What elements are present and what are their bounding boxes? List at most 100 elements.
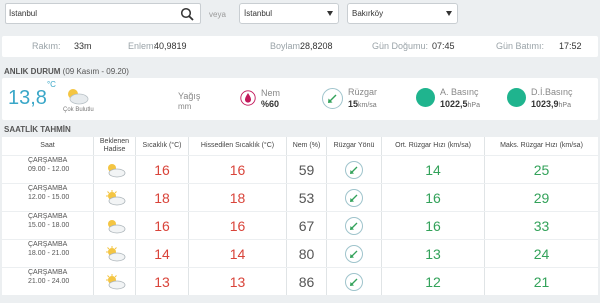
wind-speed: 15 [348,99,359,109]
wind-arrow-icon [350,166,358,174]
chevron-down-icon [446,11,452,16]
latitude-value: 40,9819 [154,41,187,51]
partly-cloudy-icon [107,219,125,233]
sunrise-label: Gün Doğumu: [372,41,429,51]
latitude-label: Enlem: [128,41,157,51]
event-cell [94,184,136,211]
current-temp-unit: °C [46,80,56,90]
day-label: ÇARŞAMBA [28,269,68,276]
wind-dir-cell [327,240,382,267]
sunset-value: 17:52 [559,41,582,51]
partly-cloudy-icon [107,163,125,177]
pressure-dot-icon [416,88,435,107]
time-cell: ÇARŞAMBA 09.00 - 12.00 [2,156,94,183]
search-row: İstanbul veya İstanbul Bakırköy [0,0,600,32]
sealevel-pressure-label: D.İ.Basınç [531,87,573,97]
time-range: 18.00 - 21.00 [28,250,70,257]
wind-unit: km/sa [358,102,377,109]
table-row: ÇARŞAMBA 15.00 - 18.00 16 16 67 16 33 [2,212,598,239]
temp-cell: 13 [136,268,189,295]
time-range: 09.00 - 12.00 [28,166,70,173]
current-conditions: 13,8°C Çok Bulutlu Yağış mm Nem %60 Rüzg… [2,78,598,120]
day-label: ÇARŞAMBA [28,185,68,192]
feels-cell: 14 [189,240,287,267]
pressure-value: 1022,5hPa [440,99,480,109]
table-row: ÇARŞAMBA 18.00 - 21.00 14 14 80 13 24 [2,240,598,267]
longitude-label: Boylam: [270,41,303,51]
max-wind-cell: 33 [533,217,550,234]
table-header-row: Saat Beklenen Hadise Sıcaklık (°C) Hisse… [2,137,598,155]
current-temp: 13,8°C [8,80,56,110]
max-wind-cell: 29 [533,189,550,206]
wind-direction-circle [345,160,363,179]
current-condition: Çok Bulutlu [63,107,94,113]
humidity-cell: 86 [287,268,327,295]
precip-unit: mm [178,102,192,111]
feels-cell: 18 [189,184,287,211]
pressure-dot-icon [507,88,526,107]
location-info-bar: Rakım: 33m Enlem: 40,9819 Boylam: 28,820… [2,36,598,57]
chevron-down-icon [327,11,333,16]
wind-dir-cell [327,212,382,239]
avg-wind-cell: 12 [382,268,485,295]
day-label: ÇARŞAMBA [28,213,68,220]
day-label: ÇARŞAMBA [28,157,68,164]
table-row: ÇARŞAMBA 21.00 - 24.00 13 13 86 12 21 [2,268,598,295]
sealevel-pressure-value: 1023,9hPa [531,99,571,109]
district-select[interactable]: Bakırköy [347,3,458,24]
wind-direction-circle [345,216,363,235]
partly-cloudy-icon [105,189,125,205]
wind-arrow-icon [350,278,358,286]
wind-arrow-icon [350,194,358,202]
avg-wind-cell: 14 [382,156,485,183]
avg-wind-cell: 16 [382,212,485,239]
search-icon[interactable] [180,7,194,21]
district-select-value: Bakırköy [352,9,384,18]
sealevel-pressure-unit: hPa [558,102,571,109]
time-cell: ÇARŞAMBA 12.00 - 15.00 [2,184,94,211]
wind-dir-cell [327,156,382,183]
wind-arrow-icon [328,94,337,103]
wind-direction-circle [345,244,363,263]
event-cell [94,212,136,239]
wind-arrow-icon [350,250,358,258]
or-label: veya [209,10,226,19]
altitude-label: Rakım: [32,41,61,51]
city-select[interactable]: İstanbul [239,3,339,24]
header-event: Beklenen Hadise [94,137,136,155]
partly-cloudy-icon [105,273,125,289]
header-wind-dir: Rüzgar Yönü [327,137,382,155]
humidity-value: %60 [261,99,280,109]
max-wind-cell: 25 [533,161,550,178]
time-range: 15.00 - 18.00 [28,222,70,229]
forecast-section-title: SAATLİK TAHMİN [4,125,71,134]
temp-cell: 16 [136,212,189,239]
time-cell: ÇARŞAMBA 15.00 - 18.00 [2,212,94,239]
avg-wind-cell: 16 [382,184,485,211]
header-max-wind: Maks. Rüzgar Hızı (km/sa) [500,142,583,149]
event-cell [94,268,136,295]
header-avg-wind: Ort. Rüzgar Hızı (km/sa) [382,137,485,155]
wind-dir-cell [327,268,382,295]
temp-cell: 16 [136,156,189,183]
search-input-value: İstanbul [9,9,38,18]
current-section-title: ANLIK DURUM (09 Kasım - 09.20) [4,67,129,76]
current-temp-value: 13,8 [8,87,47,109]
sunrise-value: 07:45 [432,41,455,51]
humidity-cell: 53 [287,184,327,211]
wind-direction-circle [322,88,343,109]
wind-direction-circle [345,272,363,291]
event-cell [94,156,136,183]
pressure-number: 1022,5 [440,99,468,109]
header-feels: Hissedilen Sıcaklık (°C) [189,137,287,155]
search-input[interactable]: İstanbul [5,3,201,24]
wind-value: 15km/sa [348,99,377,109]
day-label: ÇARŞAMBA [28,241,68,248]
avg-wind-cell: 13 [382,240,485,267]
feels-cell: 16 [189,156,287,183]
table-row: ÇARŞAMBA 09.00 - 12.00 16 16 59 14 25 [2,156,598,183]
time-range: 12.00 - 15.00 [28,194,70,201]
precip-label: Yağış [178,91,201,101]
header-time: Saat [2,137,94,155]
longitude-value: 28,8208 [300,41,333,51]
